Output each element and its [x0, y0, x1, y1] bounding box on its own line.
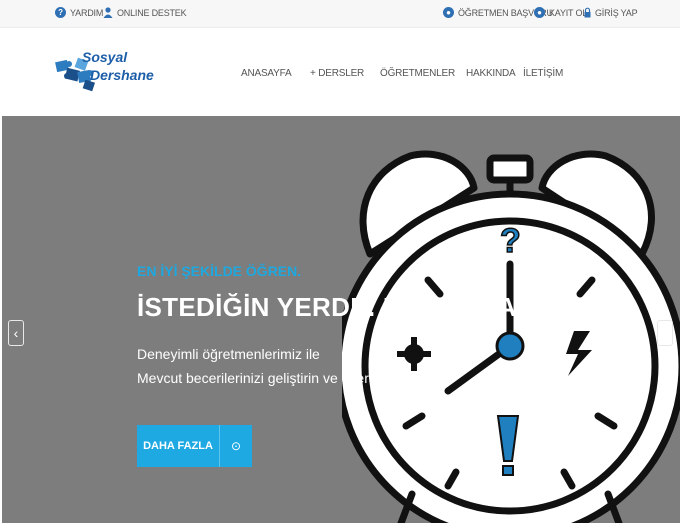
- hero-desc-line1: Deneyimli öğretmenlerimiz ile: [137, 346, 320, 362]
- nav-teachers[interactable]: ÖĞRETMENLER: [380, 68, 455, 79]
- main-navbar: Sosyal Dershane ANASAYFA + DERSLER ÖĞRET…: [0, 28, 680, 117]
- online-support-label: ONLINE DESTEK: [117, 7, 187, 18]
- question-icon: ?: [55, 7, 66, 18]
- site-logo[interactable]: Sosyal Dershane: [52, 49, 162, 93]
- hero-slider: ? EN İYİ ŞEKİLDE ÖĞREN. İSTEDİĞİN YERDE.…: [2, 116, 680, 523]
- hero-description: Deneyimli öğretmenlerimiz ile Mevcut bec…: [137, 342, 439, 390]
- user-icon: [103, 7, 113, 18]
- login-label: GİRİŞ YAP: [595, 7, 638, 18]
- circle-arrow-icon: ⊙: [230, 439, 242, 453]
- slider-next-button[interactable]: ›: [657, 320, 673, 346]
- more-button-label: DAHA FAZLA: [143, 440, 213, 452]
- top-bar: ? YARDIM ONLINE DESTEK ● ÖĞRETMEN BAŞVUR…: [0, 0, 680, 28]
- login-link[interactable]: GİRİŞ YAP: [584, 7, 638, 18]
- nav-contact[interactable]: İLETİŞİM: [523, 68, 563, 79]
- help-label: YARDIM: [70, 7, 104, 18]
- teacher-icon: ●: [443, 7, 454, 18]
- svg-text:?: ?: [500, 222, 521, 260]
- nav-home[interactable]: ANASAYFA: [241, 68, 292, 79]
- hero-headline: İSTEDİĞİN YERDE. ZAMANDA.: [137, 292, 524, 322]
- nav-about[interactable]: HAKKINDA: [466, 68, 516, 79]
- slider-prev-button[interactable]: ‹: [8, 320, 24, 346]
- online-support-link[interactable]: ONLINE DESTEK: [103, 7, 187, 18]
- nav-courses[interactable]: + DERSLER: [310, 68, 364, 79]
- alarm-clock-illustration: ?: [342, 150, 680, 523]
- logo-text-line1: Sosyal: [82, 49, 128, 65]
- hero-eyebrow: EN İYİ ŞEKİLDE ÖĞREN.: [137, 263, 302, 279]
- register-link[interactable]: ● KAYIT OL: [534, 7, 587, 18]
- register-label: KAYIT OL: [549, 7, 588, 18]
- lock-icon: [584, 7, 591, 18]
- register-icon: ●: [534, 7, 545, 18]
- more-button[interactable]: DAHA FAZLA ⊙: [137, 425, 252, 467]
- hero-desc-line2: Mevcut becerilerinizi geliştirin ve üzer…: [137, 370, 439, 386]
- logo-text-line2: Dershane: [90, 67, 154, 83]
- help-link[interactable]: ? YARDIM: [55, 7, 103, 18]
